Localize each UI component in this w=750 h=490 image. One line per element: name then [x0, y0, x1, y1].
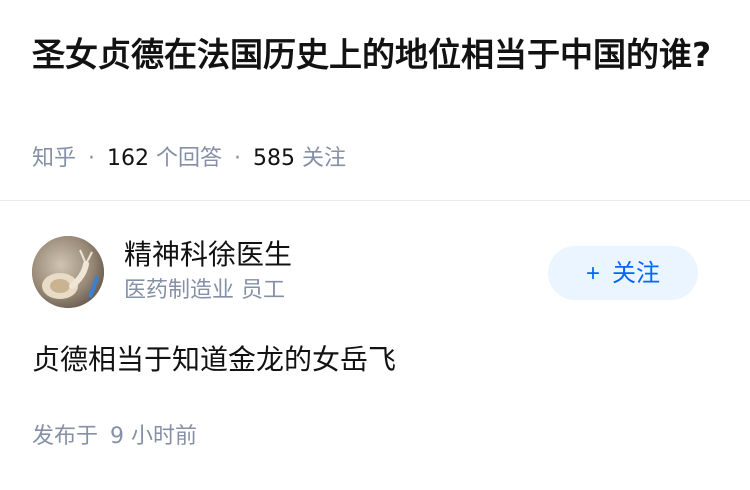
avatar[interactable] — [32, 236, 104, 308]
question-header: 圣女贞德在法国历史上的地位相当于中国的谁? — [32, 30, 732, 80]
plus-icon: + — [585, 260, 600, 287]
answer-content[interactable]: 贞德相当于知道金龙的女岳飞 — [32, 340, 396, 380]
answer-count: 162 — [107, 146, 150, 171]
author-description: 医药制造业 员工 — [124, 278, 285, 303]
question-meta: 知乎 · 162 个回答 · 585 关注 — [32, 144, 346, 174]
follow-count: 585 — [253, 146, 296, 171]
answer-count-label: 个回答 — [156, 146, 223, 171]
author-info: 精神科徐医生 医药制造业 员工 + 关注 — [32, 236, 718, 310]
separator-dot: · — [88, 146, 96, 171]
follow-button-label: 关注 — [612, 260, 660, 287]
avatar-snail-image — [32, 236, 104, 308]
published-time-value: 9 小时前 — [110, 424, 198, 449]
follow-count-label: 关注 — [302, 146, 347, 171]
separator-dot: · — [234, 146, 242, 171]
follow-button[interactable]: + 关注 — [548, 246, 698, 300]
question-title[interactable]: 圣女贞德在法国历史上的地位相当于中国的谁? — [32, 30, 732, 80]
divider — [0, 200, 750, 201]
author-name[interactable]: 精神科徐医生 — [124, 236, 292, 274]
source-label: 知乎 — [32, 146, 77, 171]
published-label: 发布于 — [32, 424, 99, 449]
published-time: 发布于 9 小时前 — [32, 422, 197, 452]
